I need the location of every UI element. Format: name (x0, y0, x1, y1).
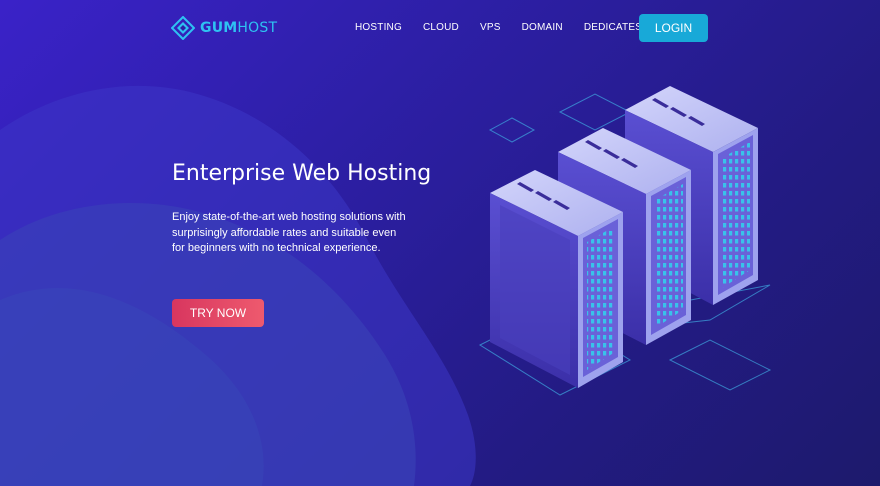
nav-item-dedicates[interactable]: DEDICATES (584, 22, 642, 33)
login-button[interactable]: LOGIN (639, 14, 708, 42)
nav-item-domain[interactable]: DOMAIN (522, 22, 563, 33)
server-rack-1 (490, 170, 623, 388)
server-rack-illustration (478, 86, 772, 396)
try-now-button[interactable]: TRY NOW (172, 299, 264, 327)
brand-name-bold: GUM (200, 20, 238, 36)
nav-item-hosting[interactable]: HOSTING (355, 22, 402, 33)
brand-logo[interactable]: GUMHOST (171, 16, 277, 40)
main-menu: HOSTING CLOUD VPS DOMAIN DEDICATES (355, 22, 663, 33)
hero-description: Enjoy state-of-the-art web hosting solut… (172, 211, 406, 254)
brand-name-light: HOST (237, 20, 278, 36)
top-nav: GUMHOST HOSTING CLOUD VPS DOMAIN DEDICAT… (0, 0, 880, 56)
diamond-logo-icon (171, 16, 195, 40)
nav-item-vps[interactable]: VPS (480, 22, 501, 33)
hero-title: Enterprise Web Hosting (172, 161, 432, 186)
nav-item-cloud[interactable]: CLOUD (423, 22, 459, 33)
brand-name: GUMHOST (200, 20, 277, 36)
